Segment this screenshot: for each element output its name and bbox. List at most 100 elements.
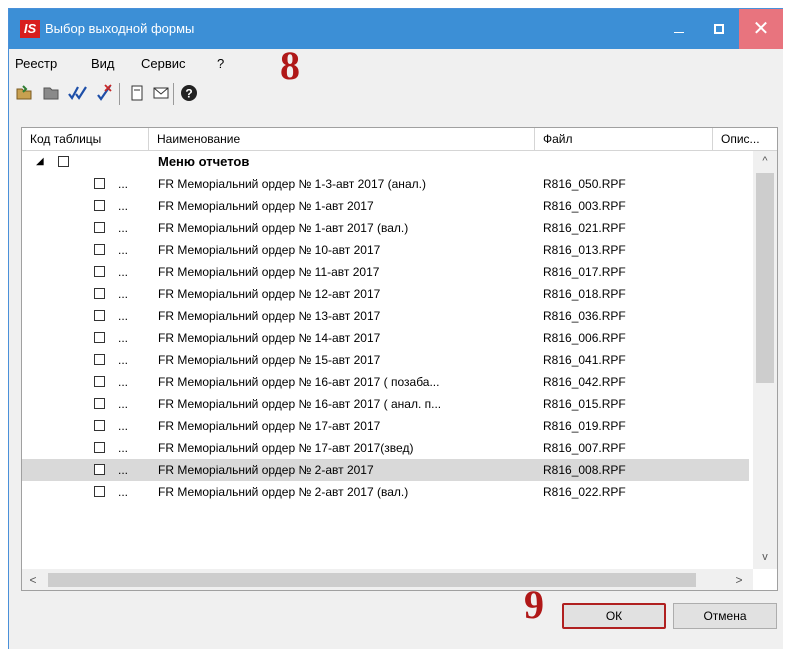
row-name: FR Меморіальний ордер № 11-авт 2017 [158,265,380,279]
row-checkbox[interactable] [94,464,105,475]
row-checkbox[interactable] [94,398,105,409]
envelope-icon[interactable] [151,83,171,103]
row-file: R816_021.RPF [543,221,626,235]
help-icon[interactable]: ? [179,83,199,103]
menu-bar: Реестр Вид Сервис ? [9,51,783,75]
table-header: Код таблицы Наименование Файл Опис... [22,128,777,151]
table-row[interactable]: ... FR Меморіальний ордер № 10-авт 2017 R8… [22,239,749,261]
table-row[interactable]: ... FR Меморіальний ордер № 17-авт 2017 R8… [22,415,749,437]
table-row[interactable]: ... FR Меморіальний ордер № 1-3-авт 2017 … [22,173,749,195]
row-checkbox[interactable] [94,354,105,365]
row-file: R816_017.RPF [543,265,626,279]
row-name: FR Меморіальний ордер № 15-авт 2017 [158,353,381,367]
row-file: R816_019.RPF [543,419,626,433]
table-row[interactable]: ... FR Меморіальний ордер № 16-авт 2017 (… [22,371,749,393]
annotation-9: 9 [524,582,544,627]
table-row[interactable]: ... FR Меморіальний ордер № 12-авт 2017 R8… [22,283,749,305]
folder-open-icon[interactable] [15,83,35,103]
scroll-down-icon[interactable]: v [753,547,777,567]
vertical-scrollbar[interactable]: ^ v [753,151,777,569]
uncheck-all-icon[interactable] [95,83,115,103]
row-checkbox[interactable] [94,332,105,343]
row-ellipsis: ... [118,309,129,323]
scroll-right-icon[interactable]: > [728,569,750,590]
table-row[interactable]: ... FR Меморіальний ордер № 11-авт 2017 R8… [22,261,749,283]
row-file: R816_036.RPF [543,309,626,323]
row-file: R816_007.RPF [543,441,626,455]
vertical-scroll-thumb[interactable] [756,173,774,383]
table-row-partial [22,503,749,507]
table-row[interactable]: ... FR Меморіальний ордер № 17-авт 2017(з… [22,437,749,459]
row-name: FR Меморіальний ордер № 10-авт 2017 [158,243,381,257]
title-bar[interactable]: IS Выбор выходной формы ✕ [9,9,783,49]
maximize-icon [714,23,724,34]
maximize-button[interactable] [699,9,739,49]
row-checkbox[interactable] [94,486,105,497]
row-ellipsis: ... [118,199,129,213]
row-ellipsis: ... [118,441,129,455]
toolbar: ? [9,75,783,109]
close-icon: ✕ [752,18,770,40]
row-checkbox[interactable] [94,442,105,453]
row-name: FR Меморіальний ордер № 2-авт 2017 (вал.… [158,485,409,499]
table-row[interactable]: ... FR Меморіальний ордер № 2-авт 2017 (в… [22,481,749,503]
row-checkbox[interactable] [94,200,105,211]
table-row[interactable]: ... FR Меморіальний ордер № 1-авт 2017 (в… [22,217,749,239]
close-button[interactable]: ✕ [739,9,783,49]
col-header-file[interactable]: Файл [535,128,713,150]
col-header-description[interactable]: Опис... [713,128,777,150]
row-name: FR Меморіальний ордер № 16-авт 2017 ( по… [158,375,440,389]
svg-text:?: ? [185,87,192,101]
menu-view[interactable]: Вид [91,56,115,71]
horizontal-scrollbar[interactable]: < > [22,569,753,590]
cancel-button[interactable]: Отмена [673,603,777,629]
row-file: R816_022.RPF [543,485,626,499]
row-checkbox[interactable] [94,376,105,387]
row-checkbox[interactable] [94,178,105,189]
group-name: Меню отчетов [158,154,250,169]
row-file: R816_008.RPF [543,463,626,477]
table-row[interactable]: ... FR Меморіальний ордер № 2-авт 2017 R81… [22,459,749,481]
row-ellipsis: ... [118,397,129,411]
row-checkbox[interactable] [94,244,105,255]
folder-icon[interactable] [41,83,61,103]
group-checkbox[interactable] [58,156,69,167]
menu-registry[interactable]: Реестр [15,56,57,71]
col-header-code[interactable]: Код таблицы [22,128,149,150]
expand-triangle-icon[interactable]: ◢ [36,151,44,173]
table-row[interactable]: ... FR Меморіальний ордер № 14-авт 2017 R8… [22,327,749,349]
ok-button[interactable]: ОК [562,603,666,629]
table-row[interactable]: ... FR Меморіальний ордер № 13-авт 2017 R8… [22,305,749,327]
row-checkbox[interactable] [94,288,105,299]
row-ellipsis: ... [118,419,129,433]
minimize-icon [674,32,684,34]
row-checkbox[interactable] [94,266,105,277]
row-checkbox[interactable] [94,222,105,233]
check-all-icon[interactable] [67,83,87,103]
row-file: R816_006.RPF [543,331,626,345]
scroll-up-icon[interactable]: ^ [753,151,777,171]
col-header-name[interactable]: Наименование [149,128,535,150]
menu-service[interactable]: Сервис [141,56,186,71]
table-row[interactable]: ... FR Меморіальний ордер № 1-авт 2017 R81… [22,195,749,217]
row-file: R816_013.RPF [543,243,626,257]
horizontal-scroll-thumb[interactable] [48,573,696,587]
row-ellipsis: ... [118,353,129,367]
row-file: R816_003.RPF [543,199,626,213]
table-row[interactable]: ... FR Меморіальний ордер № 16-авт 2017 (… [22,393,749,415]
row-checkbox[interactable] [94,310,105,321]
row-file: R816_015.RPF [543,397,626,411]
group-row[interactable]: ◢ Меню отчетов [22,151,749,173]
table-row[interactable]: ... FR Меморіальний ордер № 15-авт 2017 R8… [22,349,749,371]
document-icon[interactable] [127,83,147,103]
scroll-left-icon[interactable]: < [22,569,44,590]
window-title: Выбор выходной формы [45,21,195,36]
row-name: FR Меморіальний ордер № 16-авт 2017 ( ан… [158,397,442,411]
row-checkbox[interactable] [94,420,105,431]
row-name: FR Меморіальний ордер № 14-авт 2017 [158,331,381,345]
toolbar-separator [173,83,174,105]
minimize-button[interactable] [659,9,699,49]
row-name: FR Меморіальний ордер № 13-авт 2017 [158,309,381,323]
menu-help[interactable]: ? [217,56,224,71]
row-file: R816_042.RPF [543,375,626,389]
